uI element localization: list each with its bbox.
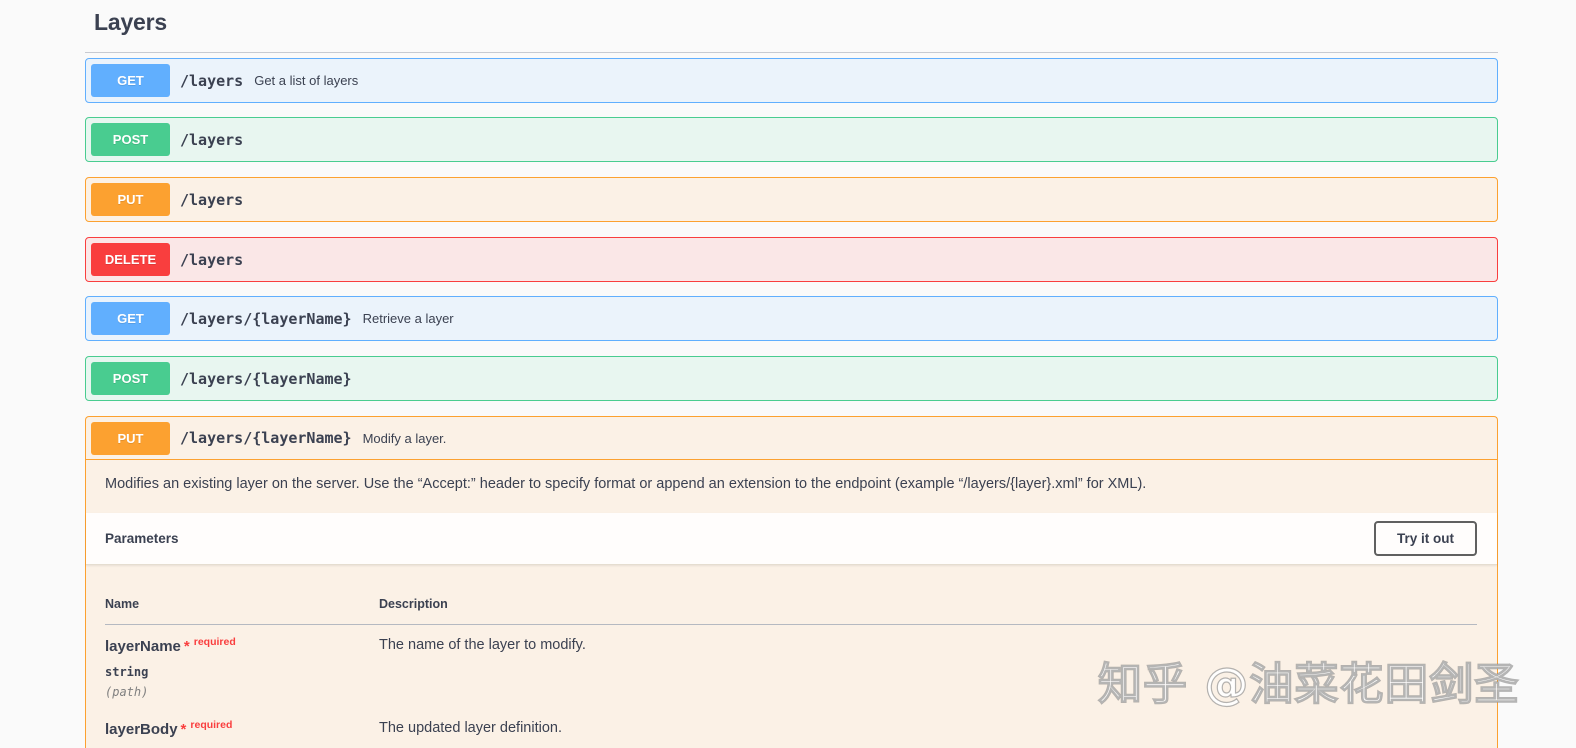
operation-path: /layers xyxy=(180,250,244,269)
operation-post-layer-by-name[interactable]: POST /layers/{layerName} xyxy=(85,356,1498,401)
method-badge-put: PUT xyxy=(91,183,170,216)
column-header-description: Description xyxy=(379,597,448,611)
required-label: required xyxy=(193,636,236,648)
operation-path: /layers xyxy=(180,190,244,209)
method-badge-get: GET xyxy=(91,302,170,335)
parameter-name: layerBody * required xyxy=(105,719,233,738)
column-header-name: Name xyxy=(105,597,140,611)
operation-path: /layers/{layerName} xyxy=(180,309,352,328)
parameters-title: Parameters xyxy=(105,531,179,546)
required-star: * xyxy=(183,638,190,655)
try-it-out-button[interactable]: Try it out xyxy=(1374,521,1477,556)
watermark: 知乎 @油菜花田剑圣 xyxy=(1097,658,1520,710)
operation-path: /layers xyxy=(180,130,244,149)
operation-delete-layers[interactable]: DELETE /layers xyxy=(85,237,1498,282)
method-badge-post: POST xyxy=(91,362,170,395)
operation-get-layers[interactable]: GET /layers Get a list of layers xyxy=(85,58,1498,103)
parameters-header: Parameters Try it out xyxy=(86,513,1497,565)
method-badge-post: POST xyxy=(91,123,170,156)
operation-path: /layers xyxy=(180,71,244,90)
parameter-name-text: layerBody xyxy=(105,721,178,738)
table-header-row: Name Description xyxy=(105,565,1477,625)
section-title[interactable]: Layers xyxy=(94,9,167,36)
parameter-type: string xyxy=(105,665,149,679)
method-badge-get: GET xyxy=(91,64,170,97)
operation-path: /layers/{layerName} xyxy=(180,369,352,388)
parameter-description: The updated layer definition. xyxy=(379,720,562,736)
operation-get-layer-by-name[interactable]: GET /layers/{layerName} Retrieve a layer xyxy=(85,296,1498,341)
operation-summary: Modify a layer. xyxy=(362,430,447,446)
operation-summary: Get a list of layers xyxy=(254,73,359,88)
operation-path: /layers/{layerName} xyxy=(180,429,352,447)
operation-post-layers[interactable]: POST /layers xyxy=(85,117,1498,162)
method-badge-delete: DELETE xyxy=(91,243,170,276)
operation-summary-bar[interactable]: PUT /layers/{layerName} Modify a layer. xyxy=(86,417,1497,460)
parameter-name-text: layerName xyxy=(105,638,181,655)
operation-summary: Retrieve a layer xyxy=(362,311,454,326)
required-star: * xyxy=(180,721,187,738)
method-badge-put: PUT xyxy=(91,421,170,455)
swagger-page: Layers GET /layers Get a list of layers … xyxy=(0,0,1576,748)
required-label: required xyxy=(190,719,233,731)
section-divider xyxy=(85,52,1498,53)
parameter-location: (path) xyxy=(105,685,149,699)
parameter-row: layerBody * required The updated layer def… xyxy=(105,709,1477,739)
operation-description: Modifies an existing layer on the server… xyxy=(105,476,1147,492)
parameter-name: layerName * required xyxy=(105,636,236,655)
parameter-description: The name of the layer to modify. xyxy=(379,637,586,653)
operation-put-layers[interactable]: PUT /layers xyxy=(85,177,1498,222)
